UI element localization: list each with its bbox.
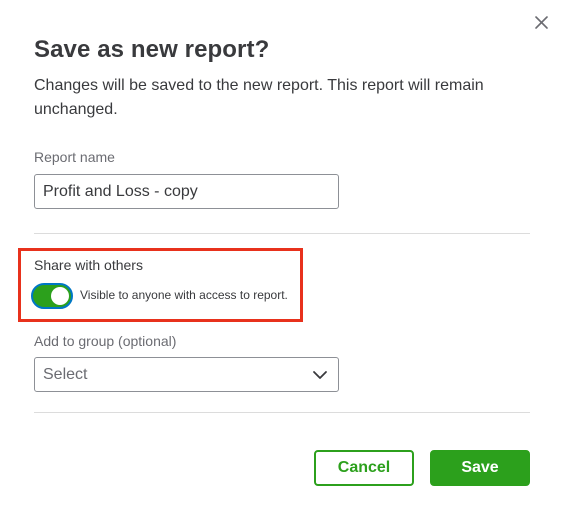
- close-button[interactable]: [532, 13, 552, 33]
- share-toggle[interactable]: [31, 283, 73, 309]
- chevron-down-icon: [313, 371, 327, 379]
- share-with-others-label: Share with others: [34, 257, 143, 273]
- report-name-label: Report name: [34, 149, 115, 165]
- report-name-input[interactable]: [34, 174, 339, 209]
- save-report-dialog: Save as new report? Changes will be save…: [0, 0, 565, 521]
- toggle-knob: [51, 287, 69, 305]
- dialog-description: Changes will be saved to the new report.…: [34, 77, 484, 118]
- divider: [34, 233, 530, 234]
- divider: [34, 412, 530, 413]
- close-icon: [535, 16, 548, 29]
- group-select[interactable]: Select: [34, 357, 339, 392]
- add-to-group-label: Add to group (optional): [34, 333, 177, 349]
- dialog-title: Save as new report?: [34, 36, 270, 63]
- cancel-button[interactable]: Cancel: [314, 450, 414, 486]
- share-toggle-text: Visible to anyone with access to report.: [80, 288, 288, 302]
- save-button[interactable]: Save: [430, 450, 530, 486]
- group-select-value: Select: [43, 366, 88, 383]
